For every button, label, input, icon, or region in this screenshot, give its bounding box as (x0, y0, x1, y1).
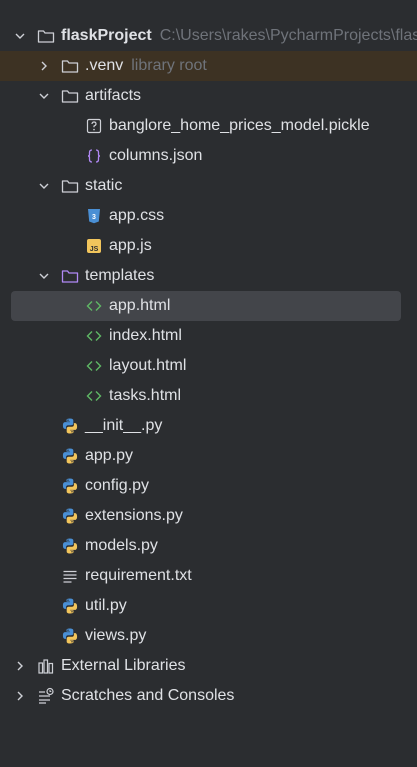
venv-label: .venv (85, 57, 124, 74)
tree-row-file[interactable]: index.html (0, 321, 417, 351)
folder-icon (37, 27, 55, 45)
tree-row-file[interactable]: JS app.js (0, 231, 417, 261)
tree-row-file[interactable]: views.py (0, 621, 417, 651)
chevron-right-icon[interactable] (11, 657, 29, 675)
file-label: views.py (85, 627, 147, 644)
chevron-down-icon[interactable] (35, 267, 53, 285)
tree-row-file-selected[interactable]: app.html (0, 291, 417, 321)
file-label: tasks.html (109, 387, 182, 404)
file-label: extensions.py (85, 507, 183, 524)
tree-row-templates[interactable]: templates (0, 261, 417, 291)
file-label: app.py (85, 447, 134, 464)
html-icon (85, 387, 103, 405)
file-label: columns.json (109, 147, 203, 164)
library-root-hint: library root (131, 57, 207, 74)
project-name: flaskProject (61, 27, 152, 44)
tree-row-file[interactable]: columns.json (0, 141, 417, 171)
tree-row-static[interactable]: static (0, 171, 417, 201)
library-icon (37, 657, 55, 675)
file-label: index.html (109, 327, 182, 344)
css-icon: 3 (85, 207, 103, 225)
file-label: config.py (85, 477, 150, 494)
tree-row-scratches[interactable]: Scratches and Consoles (0, 681, 417, 711)
chevron-down-icon[interactable] (35, 177, 53, 195)
tree-row-file[interactable]: app.py (0, 441, 417, 471)
tree-row-artifacts[interactable]: artifacts (0, 81, 417, 111)
folder-icon (61, 177, 79, 195)
scratches-icon (37, 687, 55, 705)
python-icon (61, 627, 79, 645)
file-label: models.py (85, 537, 158, 554)
chevron-down-icon[interactable] (35, 87, 53, 105)
tree-row-file[interactable]: extensions.py (0, 501, 417, 531)
folder-label: templates (85, 267, 155, 284)
python-icon (61, 477, 79, 495)
tree-row-file[interactable]: requirement.txt (0, 561, 417, 591)
chevron-right-icon[interactable] (11, 687, 29, 705)
tree-row-file[interactable]: config.py (0, 471, 417, 501)
file-label: banglore_home_prices_model.pickle (109, 117, 370, 134)
tree-row-file[interactable]: banglore_home_prices_model.pickle (0, 111, 417, 141)
chevron-right-icon[interactable] (35, 57, 53, 75)
folder-label: static (85, 177, 123, 194)
json-icon (85, 147, 103, 165)
html-icon (85, 357, 103, 375)
tree-row-venv[interactable]: .venv library root (0, 51, 417, 81)
text-file-icon (61, 567, 79, 585)
svg-text:3: 3 (92, 214, 96, 221)
scratches-label: Scratches and Consoles (61, 687, 235, 704)
python-icon (61, 537, 79, 555)
svg-text:JS: JS (90, 246, 99, 253)
folder-icon (61, 87, 79, 105)
project-path: C:\Users\rakes\PycharmProjects\flaskProj… (159, 27, 417, 44)
tree-row-file[interactable]: models.py (0, 531, 417, 561)
file-label: __init__.py (85, 417, 163, 434)
tree-row-file[interactable]: layout.html (0, 351, 417, 381)
tree-row-file[interactable]: util.py (0, 591, 417, 621)
file-label: app.js (109, 237, 152, 254)
external-libraries-label: External Libraries (61, 657, 186, 674)
file-label: app.html (109, 297, 171, 314)
chevron-down-icon[interactable] (11, 27, 29, 45)
tree-row-file[interactable]: tasks.html (0, 381, 417, 411)
project-tree: flaskProject C:\Users\rakes\PycharmProje… (0, 0, 417, 767)
folder-label: artifacts (85, 87, 142, 104)
templates-folder-icon (61, 267, 79, 285)
python-icon (61, 417, 79, 435)
html-icon (85, 327, 103, 345)
file-label: requirement.txt (85, 567, 192, 584)
python-icon (61, 597, 79, 615)
file-label: app.css (109, 207, 165, 224)
python-icon (61, 507, 79, 525)
tree-row-project[interactable]: flaskProject C:\Users\rakes\PycharmProje… (0, 21, 417, 51)
unknown-file-icon (85, 117, 103, 135)
tree-row-file[interactable]: 3 app.css (0, 201, 417, 231)
python-icon (61, 447, 79, 465)
tree-row-file[interactable]: __init__.py (0, 411, 417, 441)
folder-icon (61, 57, 79, 75)
file-label: layout.html (109, 357, 187, 374)
html-icon (85, 297, 103, 315)
javascript-icon: JS (85, 237, 103, 255)
tree-row-external-libraries[interactable]: External Libraries (0, 651, 417, 681)
file-label: util.py (85, 597, 127, 614)
